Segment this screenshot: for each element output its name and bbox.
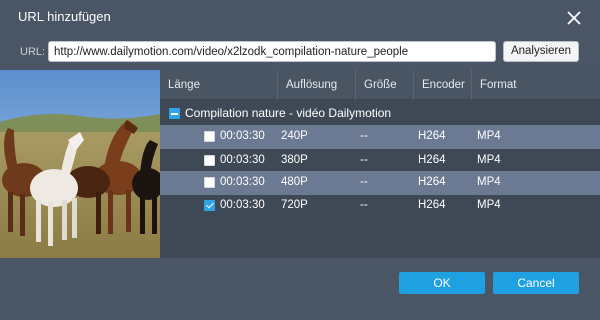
row-encoder: H264	[418, 154, 446, 166]
row-resolution: 480P	[281, 176, 308, 188]
row-length: 00:03:30	[220, 154, 265, 166]
row-checkbox[interactable]	[204, 177, 215, 188]
column-header-size[interactable]: Größe	[356, 70, 414, 100]
url-input[interactable]	[48, 41, 496, 62]
column-header-encoder[interactable]: Encoder	[414, 70, 472, 100]
group-label: Compilation nature - vidéo Dailymotion	[185, 106, 392, 120]
table-row[interactable]: 00:03:30 480P -- H264 MP4	[160, 171, 600, 195]
row-length: 00:03:30	[220, 176, 265, 188]
dialog-title: URL hinzufügen	[18, 9, 111, 24]
cancel-button[interactable]: Cancel	[493, 272, 579, 294]
group-row[interactable]: Compilation nature - vidéo Dailymotion	[160, 102, 600, 124]
table-header: Länge Auflösung Größe Encoder Format	[160, 70, 600, 100]
table-row[interactable]: 00:03:30 720P -- H264 MP4	[160, 194, 600, 218]
row-encoder: H264	[418, 176, 446, 188]
close-button[interactable]	[562, 6, 586, 30]
ok-button[interactable]: OK	[399, 272, 485, 294]
url-label: URL:	[20, 46, 46, 58]
collapse-toggle-icon[interactable]	[169, 108, 180, 119]
stream-table: Länge Auflösung Größe Encoder Format Com…	[160, 70, 600, 258]
row-encoder: H264	[418, 130, 446, 142]
url-row: URL: Analysieren	[0, 40, 600, 64]
row-length: 00:03:30	[220, 199, 265, 211]
row-size: --	[360, 176, 368, 188]
add-url-dialog: URL hinzufügen URL: Analysieren	[0, 0, 600, 320]
row-length: 00:03:30	[220, 130, 265, 142]
row-resolution: 720P	[281, 199, 308, 211]
row-checkbox[interactable]	[204, 155, 215, 166]
horses-thumbnail-image	[0, 70, 160, 258]
row-checkbox-checked[interactable]	[204, 200, 215, 211]
column-header-length[interactable]: Länge	[160, 70, 278, 100]
row-size: --	[360, 130, 368, 142]
row-encoder: H264	[418, 199, 446, 211]
row-format: MP4	[477, 130, 501, 142]
row-resolution: 380P	[281, 154, 308, 166]
row-size: --	[360, 154, 368, 166]
title-bar: URL hinzufügen	[0, 0, 600, 34]
close-icon	[567, 11, 581, 25]
video-thumbnail	[0, 70, 160, 258]
row-format: MP4	[477, 176, 501, 188]
row-format: MP4	[477, 199, 501, 211]
row-format: MP4	[477, 154, 501, 166]
row-resolution: 240P	[281, 130, 308, 142]
analyze-button[interactable]: Analysieren	[503, 41, 579, 62]
row-size: --	[360, 199, 368, 211]
row-checkbox[interactable]	[204, 131, 215, 142]
table-row[interactable]: 00:03:30 240P -- H264 MP4	[160, 125, 600, 149]
table-row[interactable]: 00:03:30 380P -- H264 MP4	[160, 149, 600, 173]
column-header-format[interactable]: Format	[472, 70, 600, 100]
column-header-resolution[interactable]: Auflösung	[278, 70, 356, 100]
